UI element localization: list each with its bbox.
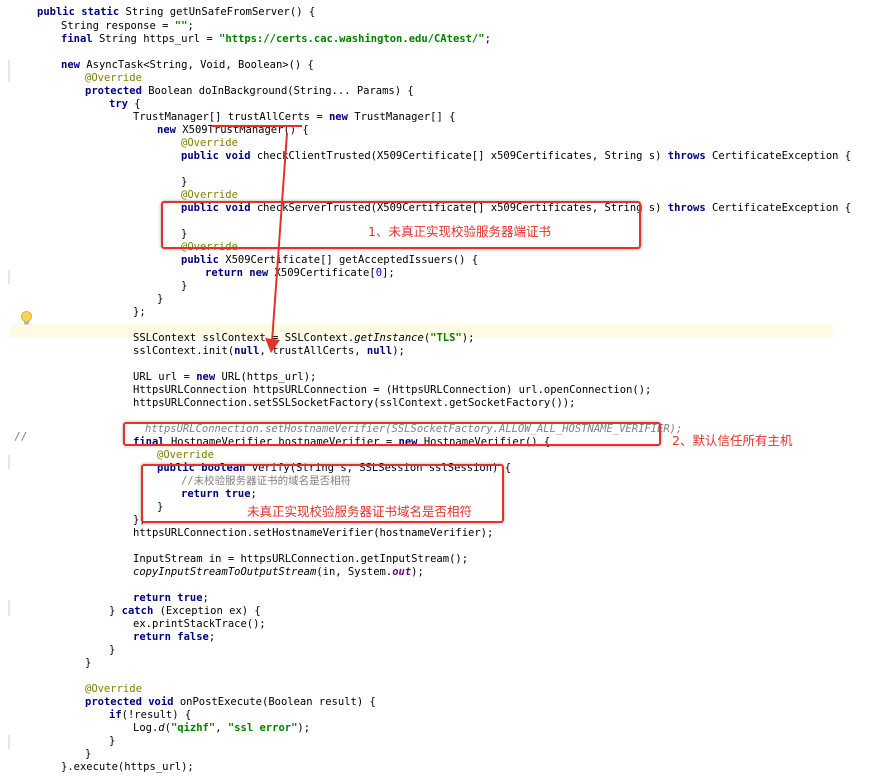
code-editor[interactable]: // public static String getUnSafeFromSer…: [0, 0, 884, 774]
arrow-icon: [271, 132, 288, 343]
arrow-head-icon: [265, 338, 280, 353]
annotation-overlay: [212, 125, 302, 353]
